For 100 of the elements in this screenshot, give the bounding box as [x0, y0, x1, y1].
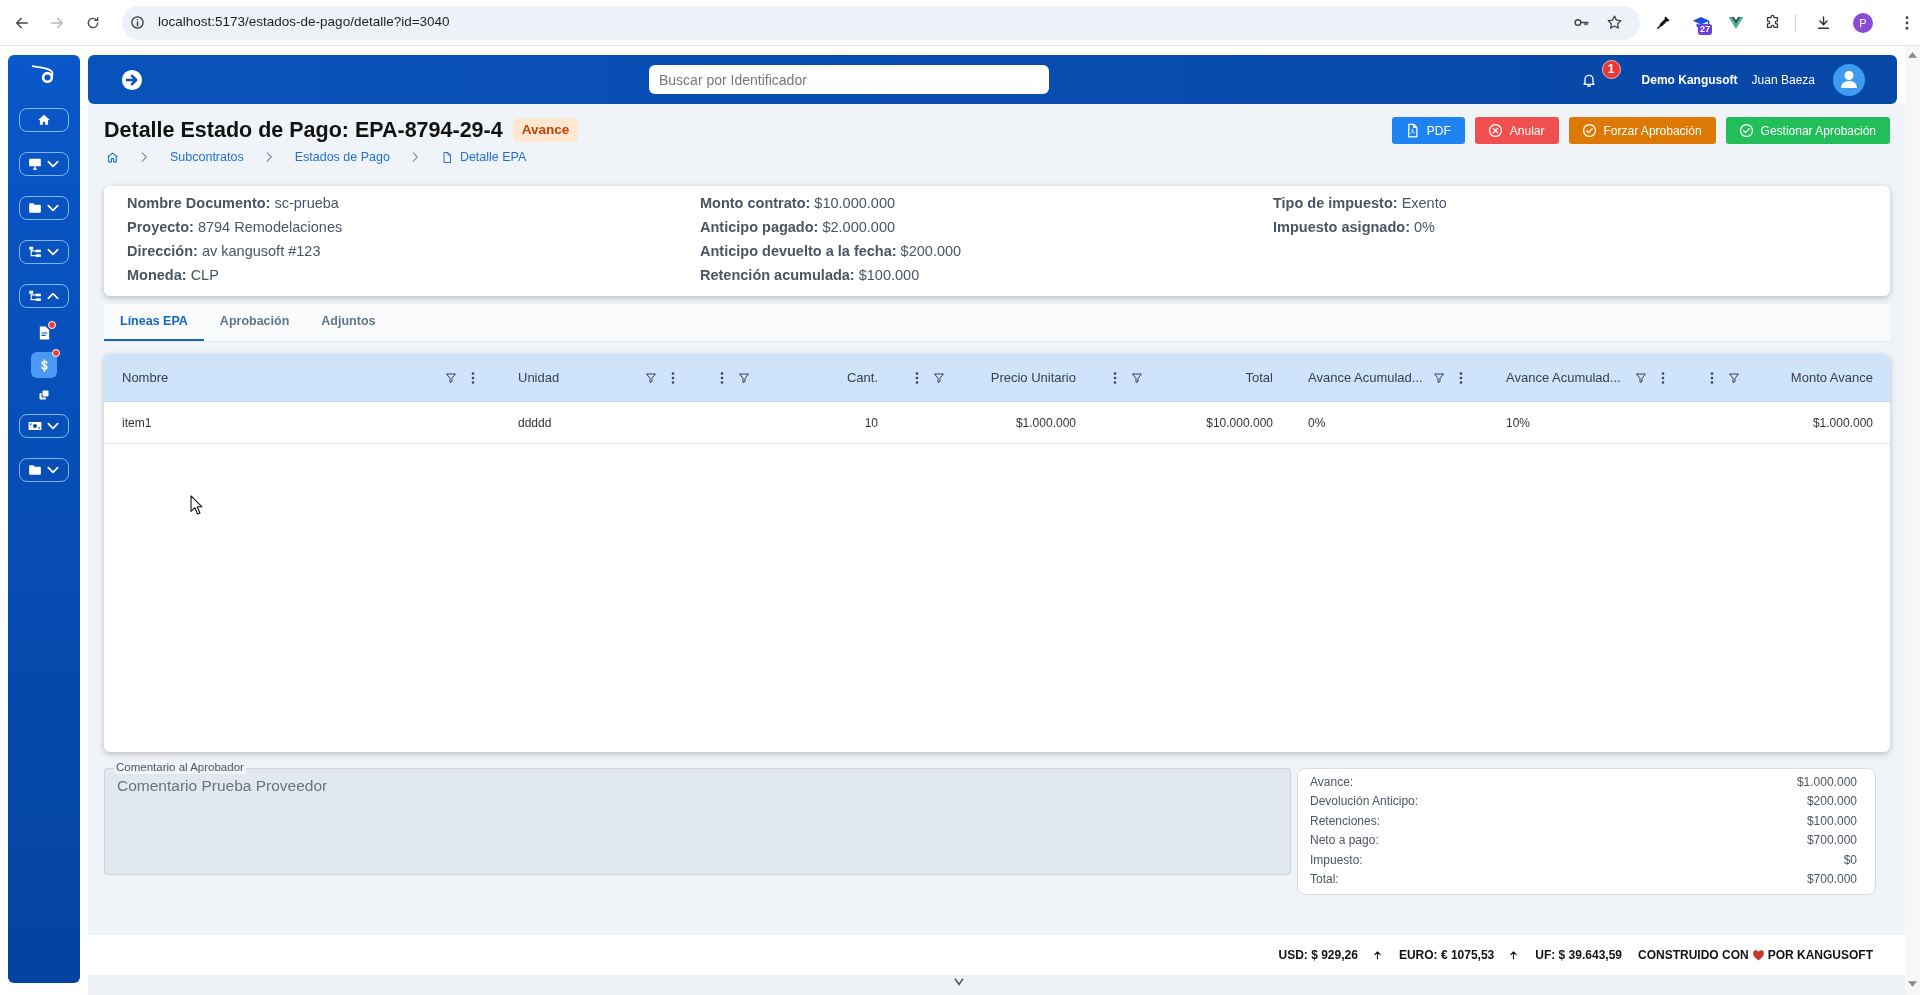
column-menu-icon[interactable] — [1661, 371, 1665, 384]
sidebar-item[interactable] — [19, 414, 69, 438]
summary-label: Retenciones: — [1310, 812, 1381, 830]
user-avatar-icon[interactable] — [1833, 63, 1865, 96]
table-cell-text: 10 — [864, 414, 878, 432]
filter-icon[interactable] — [1728, 371, 1740, 384]
detail-field: Impuesto asignado: 0% — [1273, 215, 1435, 239]
sitemap-icon — [28, 289, 42, 303]
column-header[interactable]: Total — [1245, 367, 1273, 388]
mouse-pointer-icon — [190, 495, 203, 515]
column-header[interactable]: Unidad — [518, 367, 560, 388]
detail-field: Dirección: av kangusoft #123 — [127, 239, 321, 263]
arrow-right-circle-icon[interactable] — [121, 68, 143, 91]
sidebar-item[interactable] — [19, 108, 69, 132]
url-text: localhost:5173/estados-de-pago/detalle?id=3040 — [158, 13, 450, 32]
scroll-down-icon[interactable] — [1908, 981, 1917, 987]
check-circle-icon — [1581, 123, 1597, 138]
sidebar-item[interactable] — [19, 152, 69, 176]
force-approval-button[interactable]: Forzar Aprobación — [1568, 117, 1716, 144]
status-badge: Avance — [512, 118, 579, 142]
filter-icon[interactable] — [738, 371, 750, 384]
detail-field: Anticipo devuelto a la fecha: $200.000 — [700, 239, 962, 263]
banknote-icon — [28, 419, 42, 433]
column-menu-icon[interactable] — [720, 371, 724, 384]
credit-text: POR KANGUSOFT — [1767, 947, 1873, 964]
reload-icon[interactable] — [85, 14, 101, 31]
filter-icon[interactable] — [1635, 371, 1647, 384]
summary-value: $700.000 — [1806, 832, 1857, 850]
detail-field: Anticipo pagado: $2.000.000 — [700, 215, 896, 239]
breadcrumb-link[interactable]: Estados de Pago — [294, 147, 390, 167]
column-header[interactable]: Nombre — [122, 367, 169, 388]
sidebar-subitem[interactable] — [31, 352, 57, 378]
filter-icon[interactable] — [1131, 371, 1143, 384]
summary-value: $700.000 — [1806, 871, 1857, 889]
breadcrumb-home-link[interactable] — [106, 150, 119, 164]
eyedropper-icon[interactable] — [1655, 14, 1672, 31]
x-circle-icon — [1487, 123, 1503, 138]
summary-value: $100.000 — [1806, 812, 1857, 830]
folder-icon — [28, 201, 42, 215]
exchange-rate: UF: $ 39.643,59 — [1535, 947, 1622, 964]
column-menu-icon[interactable] — [671, 371, 675, 384]
heart-icon — [1751, 949, 1765, 961]
folder-icon — [28, 463, 42, 477]
summary-value: $200.000 — [1806, 793, 1857, 811]
column-header[interactable]: Precio Unitario — [990, 367, 1076, 388]
tab[interactable]: Líneas EPA — [104, 304, 204, 341]
column-menu-icon[interactable] — [471, 371, 475, 384]
filter-icon[interactable] — [645, 371, 657, 384]
tab[interactable]: Adjuntos — [305, 304, 392, 341]
home-icon — [37, 113, 51, 127]
address-bar[interactable]: localhost:5173/estados-de-pago/detalle?id=3040 — [122, 5, 1640, 40]
detail-field: Proyecto: 8794 Remodelaciones — [127, 215, 343, 239]
field-label: Comentario al Aprobador — [114, 761, 246, 774]
detail-field: Monto contrato: $10.000.000 — [700, 191, 895, 215]
summary-label: Total: — [1310, 871, 1339, 889]
table-cell-text: 10% — [1506, 414, 1531, 432]
summary-value: $1.000.000 — [1796, 773, 1857, 791]
summary-label: Avance: — [1310, 773, 1354, 791]
file-icon — [440, 150, 453, 164]
sidebar-item[interactable] — [19, 458, 69, 482]
profile-button[interactable]: P — [1853, 12, 1873, 33]
cancel-button[interactable]: Anular — [1474, 117, 1559, 144]
tab[interactable]: Aprobación — [203, 304, 306, 341]
puzzle-icon[interactable] — [1764, 14, 1781, 31]
column-menu-icon[interactable] — [1113, 371, 1117, 384]
info-icon[interactable] — [130, 15, 145, 30]
column-header[interactable]: Avance Acumulad... — [1308, 367, 1423, 388]
scroll-up-icon[interactable] — [1908, 52, 1917, 58]
pdf-button[interactable]: PDF — [1391, 117, 1465, 144]
column-header[interactable]: Monto Avance — [1790, 367, 1873, 388]
v-logo-icon[interactable] — [1728, 15, 1744, 30]
breadcrumb-link[interactable]: Detalle EPA — [440, 147, 527, 167]
column-menu-icon[interactable] — [915, 371, 919, 384]
credit-text: CONSTRUIDO CON — [1638, 947, 1749, 964]
download-icon[interactable] — [1815, 14, 1832, 31]
breadcrumb-link[interactable]: Subcontratos — [170, 147, 244, 167]
search-field[interactable]: Buscar por Identificador — [649, 65, 1049, 94]
column-menu-icon[interactable] — [1710, 371, 1714, 384]
star-icon[interactable] — [1606, 14, 1623, 31]
chevron-down-icon[interactable] — [954, 978, 964, 986]
document-icon — [38, 326, 50, 340]
detail-field: Nombre Documento: sc-prueba — [127, 191, 339, 215]
filter-icon[interactable] — [445, 371, 457, 384]
detail-field: Moneda: CLP — [127, 263, 219, 287]
extension-badge: 27 — [1698, 23, 1712, 35]
sidebar-item[interactable] — [19, 240, 69, 264]
extension-button[interactable]: 27 — [1692, 12, 1712, 33]
summary-label: Neto a pago: — [1310, 832, 1379, 850]
detail-field: Tipo de impuesto: Exento — [1273, 191, 1447, 215]
column-menu-icon[interactable] — [1459, 371, 1463, 384]
column-header[interactable]: Cant. — [846, 367, 878, 388]
column-header[interactable]: Avance Acumulad... — [1506, 367, 1621, 388]
home-icon — [106, 150, 119, 164]
exchange-rate: USD: $ 929,26 — [1278, 947, 1358, 964]
sidebar-item[interactable] — [19, 196, 69, 220]
more-options-icon[interactable] — [1905, 15, 1909, 30]
sidebar-item[interactable] — [19, 284, 69, 308]
table-cell-text: $1.000.000 — [1812, 414, 1873, 432]
filter-icon[interactable] — [1433, 371, 1445, 384]
filter-icon[interactable] — [933, 371, 945, 384]
